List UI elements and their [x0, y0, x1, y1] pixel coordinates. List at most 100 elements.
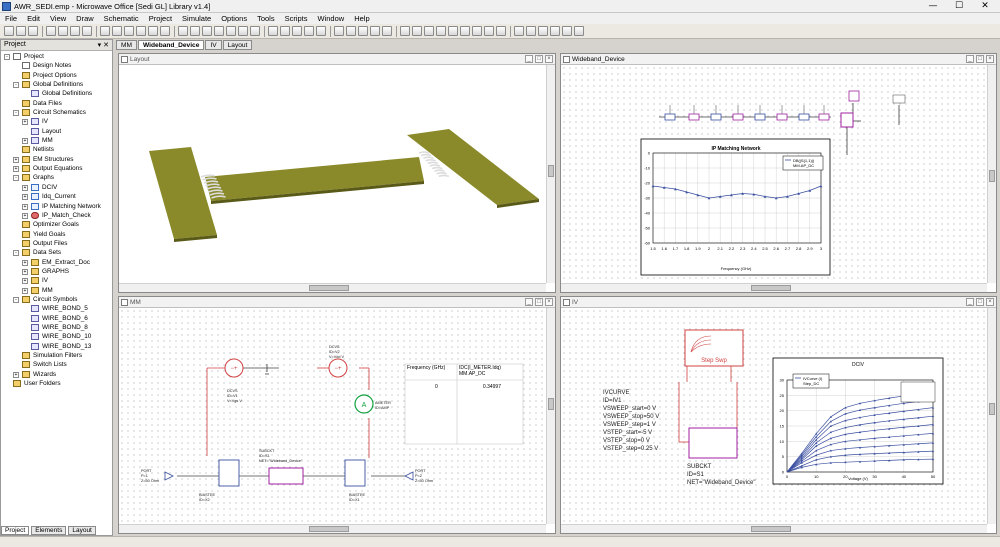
mm-window[interactable]: MM _ □ × −+ −+ A DCVS ID=V1 V=Vgs V DCVS… [118, 296, 556, 534]
window-close-icon[interactable]: × [986, 55, 994, 63]
vertical-scrollbar[interactable] [987, 65, 996, 283]
project-tree-item[interactable]: WIRE_BOND_8 [1, 323, 112, 332]
rotate-icon[interactable] [400, 26, 410, 36]
window-maximize-icon[interactable]: □ [535, 55, 543, 63]
wideband-device-window[interactable]: Wideband_Device _ □ × IP Matching Networ… [560, 53, 997, 293]
collapse-icon[interactable]: - [13, 82, 19, 89]
close-button[interactable]: ✕ [972, 0, 998, 12]
project-tree-item[interactable]: Optimizer Goals [1, 220, 112, 229]
tune-tool-icon[interactable] [268, 26, 278, 36]
collapse-icon[interactable]: - [4, 54, 10, 60]
doc-tab-wideband-device[interactable]: Wideband_Device [138, 40, 205, 50]
project-tree-item[interactable]: Yield Goals [1, 230, 112, 239]
add-measurement-icon[interactable] [250, 26, 260, 36]
tab-layout[interactable]: Layout [68, 526, 96, 535]
expand-icon[interactable]: + [13, 156, 19, 163]
expand-icon[interactable]: + [22, 287, 28, 294]
paste-icon[interactable] [70, 26, 80, 36]
tune-icon[interactable] [190, 26, 200, 36]
window-close-icon[interactable]: × [545, 55, 553, 63]
snap-icon[interactable] [358, 26, 368, 36]
grid-icon[interactable] [370, 26, 380, 36]
project-panel-controls[interactable]: ▾ ✕ [98, 41, 109, 49]
tab-project[interactable]: Project [1, 526, 30, 535]
wideband-schematic-canvas[interactable]: IP Matching Network 0 -10 -20 -30 -40 -50 -60 … [561, 65, 987, 283]
project-tree-item[interactable]: WIRE_BOND_6 [1, 314, 112, 323]
project-tree-item[interactable]: User Folders [1, 379, 112, 388]
maximize-button[interactable]: ☐ [946, 0, 972, 12]
collapse-icon[interactable]: - [13, 110, 19, 117]
project-tree-item[interactable]: Layout [1, 127, 112, 136]
project-tree-item[interactable]: WIRE_BOND_10 [1, 332, 112, 341]
expand-icon[interactable]: + [22, 138, 28, 145]
flip-icon[interactable] [412, 26, 422, 36]
menu-file[interactable]: File [0, 13, 22, 24]
view-all-icon[interactable] [160, 26, 170, 36]
expand-icon[interactable]: + [22, 194, 28, 201]
project-tree-item[interactable]: + Output Equations [1, 164, 112, 173]
horizontal-scrollbar[interactable] [119, 524, 546, 533]
collapse-icon[interactable]: - [13, 296, 19, 303]
project-tree-item[interactable]: + EM Structures [1, 155, 112, 164]
align-bottom-icon[interactable] [496, 26, 506, 36]
project-tree-item[interactable]: Simulation Filters [1, 351, 112, 360]
window-close-icon[interactable]: × [545, 298, 553, 306]
project-tree-item[interactable]: WIRE_BOND_13 [1, 342, 112, 351]
project-tree-item[interactable]: - Graphs [1, 173, 112, 182]
window-minimize-icon[interactable]: _ [966, 298, 974, 306]
mirror-icon[interactable] [424, 26, 434, 36]
layout-view-icon[interactable] [334, 26, 344, 36]
collapse-icon[interactable]: - [13, 250, 19, 257]
measure-icon[interactable] [514, 26, 524, 36]
iv-window[interactable]: IV _ □ × Step Swp IVCURVE ID=IV1 VSWEEP_… [560, 296, 997, 534]
window-maximize-icon[interactable]: □ [976, 55, 984, 63]
project-tree-item[interactable]: + DCIV [1, 183, 112, 192]
yield-icon[interactable] [214, 26, 224, 36]
align-right-icon[interactable] [472, 26, 482, 36]
expand-icon[interactable]: + [13, 371, 19, 378]
project-tree-item[interactable]: + MM [1, 136, 112, 145]
delete-icon[interactable] [82, 26, 92, 36]
project-tree-item[interactable]: + Idq_Current [1, 192, 112, 201]
project-tree-item[interactable]: + IP_Match_Check [1, 211, 112, 220]
align-left-icon[interactable] [460, 26, 470, 36]
project-tree-item[interactable]: - Global Definitions [1, 80, 112, 89]
project-tree-item[interactable]: Netlists [1, 145, 112, 154]
project-tree-item[interactable]: - Data Sets [1, 248, 112, 257]
vertical-scrollbar[interactable] [546, 308, 555, 524]
project-tree-item[interactable]: + IV [1, 276, 112, 285]
open-icon[interactable] [16, 26, 26, 36]
horizontal-scrollbar[interactable] [561, 283, 987, 292]
horizontal-scrollbar[interactable] [561, 524, 987, 533]
expand-icon[interactable]: + [22, 278, 28, 285]
project-tree-item[interactable]: - Project [1, 52, 112, 61]
expand-icon[interactable]: + [22, 203, 28, 210]
project-tree-item[interactable]: Switch Lists [1, 360, 112, 369]
window-maximize-icon[interactable]: □ [976, 298, 984, 306]
line-icon[interactable] [562, 26, 572, 36]
menu-edit[interactable]: Edit [22, 13, 45, 24]
project-tree-item[interactable]: Project Options [1, 71, 112, 80]
marker-icon[interactable] [538, 26, 548, 36]
collapse-icon[interactable]: - [13, 175, 19, 182]
expand-icon[interactable]: + [22, 119, 28, 126]
doc-tab-layout[interactable]: Layout [222, 40, 253, 50]
align-icon[interactable] [382, 26, 392, 36]
doc-tab-iv[interactable]: IV [205, 40, 222, 50]
project-tree-item[interactable]: + GRAPHS [1, 267, 112, 276]
menu-options[interactable]: Options [216, 13, 252, 24]
expand-icon[interactable]: + [22, 259, 28, 266]
project-tree-item[interactable]: Design Notes [1, 61, 112, 70]
doc-tab-mm[interactable]: MM [116, 40, 137, 50]
wire-icon[interactable] [316, 26, 326, 36]
menu-project[interactable]: Project [144, 13, 177, 24]
menu-window[interactable]: Window [313, 13, 350, 24]
element-icon[interactable] [280, 26, 290, 36]
stop-icon[interactable] [226, 26, 236, 36]
window-minimize-icon[interactable]: _ [525, 55, 533, 63]
window-minimize-icon[interactable]: _ [525, 298, 533, 306]
menu-simulate[interactable]: Simulate [177, 13, 216, 24]
mm-schematic-canvas[interactable]: −+ −+ A DCVS ID=V1 V=Vgs V DCVS ID=V2 V=… [119, 308, 546, 524]
iv-schematic-canvas[interactable]: Step Swp IVCURVE ID=IV1 VSWEEP_start=0 V… [561, 308, 987, 524]
project-tree-item[interactable]: + Wizards [1, 370, 112, 379]
